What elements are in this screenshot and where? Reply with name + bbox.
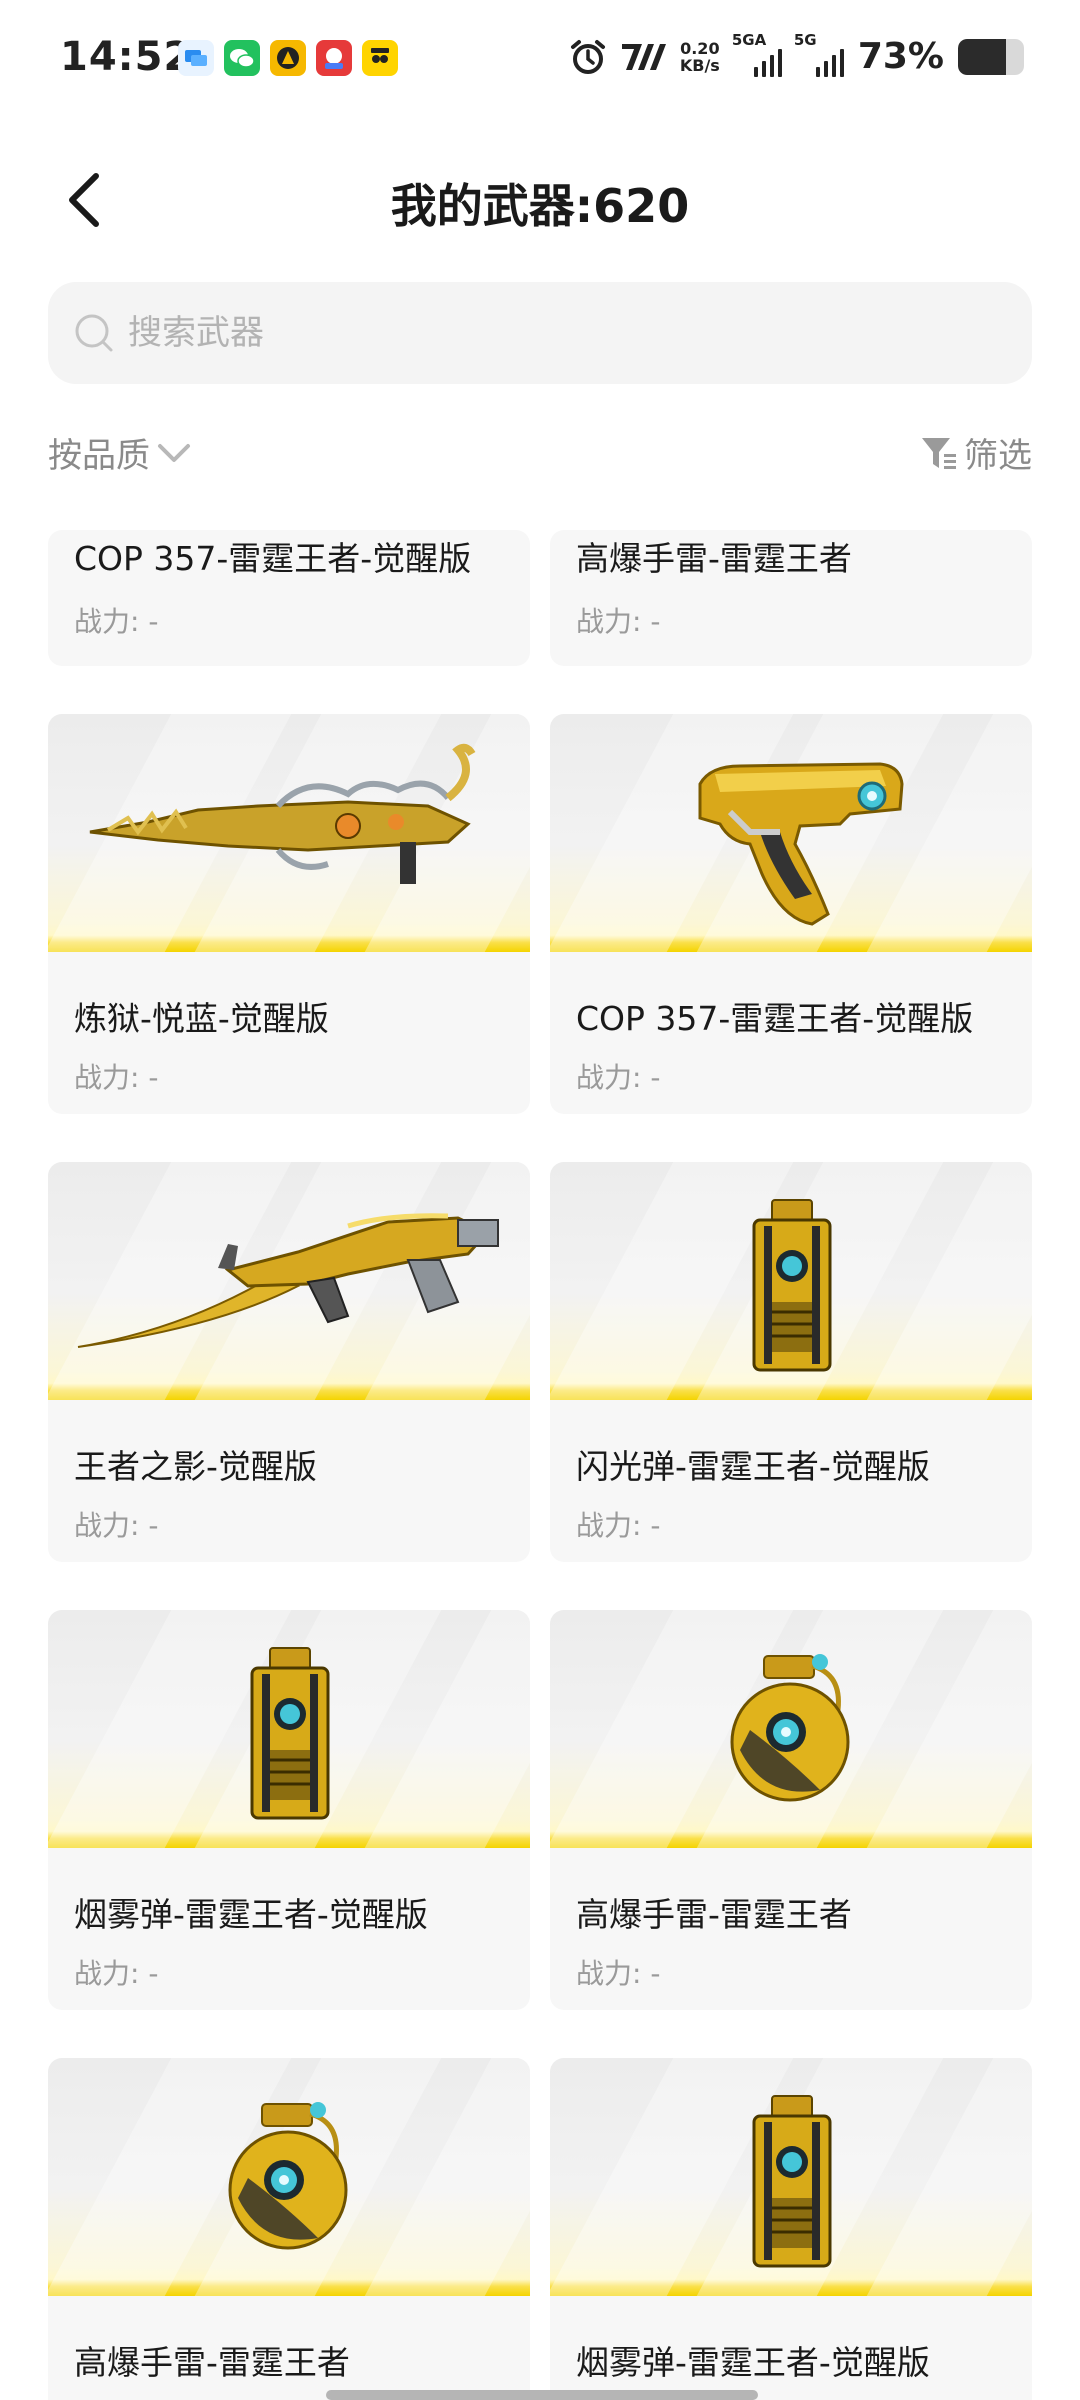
network-speed-unit: KB/s — [679, 55, 720, 75]
yellow-app-icon — [362, 40, 398, 76]
weapon-name: 高爆手雷-雷霆王者 — [576, 539, 852, 578]
network-boost-icon — [621, 43, 666, 70]
canister-icon — [752, 1199, 832, 1372]
search-bar[interactable] — [48, 282, 1032, 384]
weapon-power: 战力: - — [576, 605, 661, 638]
grenade-icon — [228, 2102, 348, 2250]
weapon-name: 高爆手雷-雷霆王者 — [74, 2343, 350, 2382]
weapon-name: 闪光弹-雷霆王者-觉醒版 — [576, 1447, 930, 1486]
home-indicator[interactable] — [326, 2390, 758, 2400]
status-indicators: 0.20 KB/s 5GA 5G 73% — [568, 31, 1024, 77]
alarm-icon — [570, 39, 605, 74]
status-bar: 14:52 0.20 KB/s 5GA 5G 73% — [0, 0, 1080, 120]
weapon-image — [550, 2058, 1032, 2296]
canister-icon — [752, 2095, 832, 2268]
message-app-icon — [178, 40, 214, 76]
weapon-card[interactable]: 王者之影-觉醒版战力: - — [48, 1162, 530, 1562]
network-speed-value: 0.20 — [680, 38, 720, 58]
filter-button[interactable]: 筛选 — [920, 428, 1032, 477]
weapon-power: 战力: - — [576, 1509, 661, 1542]
filter-label: 筛选 — [964, 436, 1032, 476]
blade-rifle-icon — [77, 1213, 499, 1348]
weapon-card[interactable]: 高爆手雷-雷霆王者战力: - — [48, 2058, 530, 2400]
weapon-card[interactable]: 高爆手雷-雷霆王者战力: - — [550, 1610, 1032, 2010]
weapon-name: 烟雾弹-雷霆王者-觉醒版 — [74, 1895, 428, 1934]
dragon-rifle-icon — [89, 743, 476, 884]
page-header: 我的武器:620 — [0, 140, 1080, 260]
weapon-power: 战力: - — [74, 1509, 159, 1542]
status-time: 14:52 — [60, 34, 193, 80]
weapon-image — [550, 714, 1032, 952]
weapon-power: 战力: - — [576, 1061, 661, 1094]
weapon-power: 战力: - — [74, 605, 159, 638]
weapon-list: COP 357-雷霆王者-觉醒版 战力: - 高爆手雷-雷霆王者 战力: - 炼狱-悦… — [0, 530, 1080, 2400]
wechat-icon — [224, 40, 260, 76]
filter-row: 按品质 筛选 — [48, 428, 1032, 488]
chevron-down-icon — [158, 443, 190, 462]
filter-icon — [922, 437, 956, 469]
canister-icon — [250, 1647, 330, 1820]
notification-icons — [178, 40, 398, 76]
weapon-power: 战力: - — [74, 1061, 159, 1094]
weapon-card[interactable]: 炼狱-悦蓝-觉醒版战力: - — [48, 714, 530, 1114]
weapon-card[interactable]: COP 357-雷霆王者-觉醒版战力: - — [48, 530, 530, 666]
page-title: 我的武器:620 — [390, 179, 690, 233]
weapon-name: COP 357-雷霆王者-觉醒版 — [576, 999, 974, 1038]
sort-label: 按品质 — [48, 436, 150, 476]
weapon-name: 烟雾弹-雷霆王者-觉醒版 — [576, 2343, 930, 2382]
network-speed: 0.20 KB/s — [680, 40, 720, 74]
signal-5ga-icon: 5GA — [732, 31, 782, 77]
pistol-icon — [698, 762, 904, 926]
weapon-name: 高爆手雷-雷霆王者 — [576, 1895, 852, 1934]
signal-5g-icon: 5G — [794, 31, 844, 77]
weapon-image — [48, 714, 530, 952]
game-app-icon — [316, 40, 352, 76]
weapon-image — [550, 1610, 1032, 1848]
weapon-power: 战力: - — [576, 1957, 661, 1990]
grenade-icon — [730, 1654, 850, 1802]
weapon-card[interactable]: 闪光弹-雷霆王者-觉醒版战力: - — [550, 1162, 1032, 1562]
weapon-name: 王者之影-觉醒版 — [74, 1447, 317, 1486]
weapon-card[interactable]: 烟雾弹-雷霆王者-觉醒版战力: - — [48, 1610, 530, 2010]
weapon-card[interactable]: 烟雾弹-雷霆王者-觉醒版战力: - — [550, 2058, 1032, 2400]
search-icon — [75, 314, 113, 352]
app-a-icon — [270, 40, 306, 76]
signal-5g-label: 5G — [793, 30, 817, 49]
search-input[interactable] — [128, 313, 928, 353]
sort-by-quality-button[interactable]: 按品质 — [48, 428, 192, 477]
battery-percent: 73% — [857, 36, 944, 77]
weapon-image — [48, 1610, 530, 1848]
weapon-image — [48, 1162, 530, 1400]
weapon-name: COP 357-雷霆王者-觉醒版 — [74, 539, 472, 578]
weapon-power: 战力: - — [74, 1957, 159, 1990]
weapon-image — [550, 1162, 1032, 1400]
weapon-name: 炼狱-悦蓝-觉醒版 — [74, 999, 329, 1038]
weapon-card[interactable]: 高爆手雷-雷霆王者战力: - — [550, 530, 1032, 666]
battery-icon — [958, 38, 1024, 75]
signal-5ga-label: 5GA — [731, 30, 767, 49]
weapon-card[interactable]: COP 357-雷霆王者-觉醒版战力: - — [550, 714, 1032, 1114]
weapon-image — [48, 2058, 530, 2296]
